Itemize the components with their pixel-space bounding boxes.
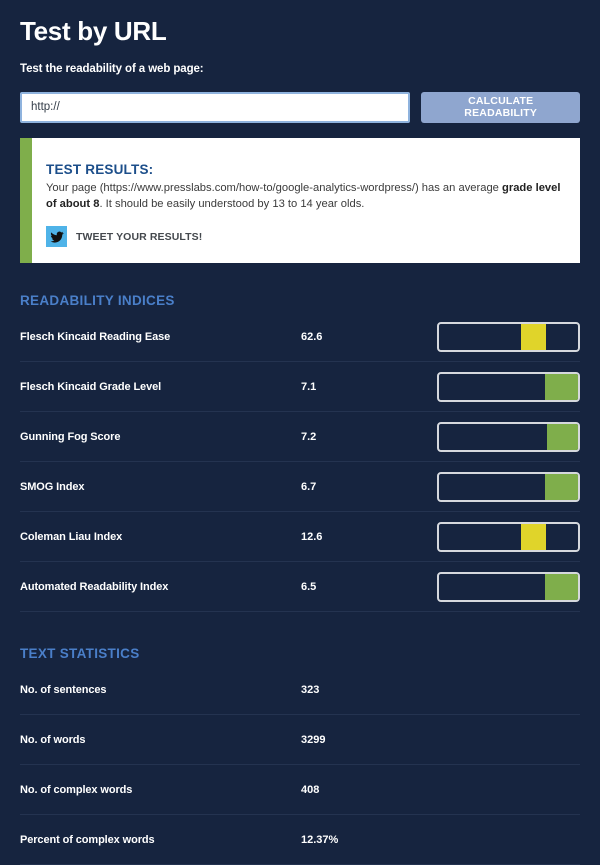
gauge-fill-segment [544,473,578,500]
statistic-value: 408 [301,783,320,796]
index-value: 12.6 [301,530,323,543]
index-gauge [437,471,580,502]
url-input[interactable] [20,91,411,123]
index-value: 7.1 [301,380,317,393]
index-gauge [437,421,580,452]
index-label: Flesch Kincaid Grade Level [20,380,162,393]
index-row: Gunning Fog Score 7.2 [20,412,580,463]
index-row: SMOG Index 6.7 [20,462,580,513]
results-description: Your page (https://www.presslabs.com/how… [46,180,566,212]
gauge-fill-segment [521,523,547,550]
gauge-fill-segment [521,323,547,350]
statistic-label: No. of words [20,733,86,746]
statistic-row: No. of complex words 408 [20,765,580,816]
index-row: Flesch Kincaid Grade Level 7.1 [20,362,580,413]
gauge-fill-segment [544,373,578,400]
index-label: Coleman Liau Index [20,530,123,543]
statistic-row: Percent of complex words 12.37% [20,815,580,865]
index-value: 7.2 [301,430,317,443]
page-subtitle: Test the readability of a web page: [20,62,204,75]
tweet-your-results-button[interactable]: TWEET YOUR RESULTS! [46,226,566,248]
index-label: Flesch Kincaid Reading Ease [20,330,171,343]
readability-indices-heading: READABILITY INDICES [20,293,175,309]
results-text-part2: . It should be easily understood by 13 t… [99,197,365,210]
index-row: Coleman Liau Index 12.6 [20,512,580,563]
results-body: TEST RESULTS: Your page (https://www.pre… [32,138,580,263]
twitter-bird-icon[interactable] [46,226,67,248]
tweet-label: TWEET YOUR RESULTS! [76,230,203,243]
index-value: 6.7 [301,480,317,493]
gauge-fill-segment [544,573,578,600]
index-gauge [437,371,580,402]
page-container: Test by URL Test the readability of a we… [0,0,600,865]
statistic-label: Percent of complex words [20,833,155,846]
index-row: Flesch Kincaid Reading Ease 62.6 [20,312,580,363]
index-label: Automated Readability Index [20,580,169,593]
results-accent-bar [20,137,32,264]
statistic-row: No. of sentences 323 [20,665,580,716]
statistic-value: 323 [301,683,320,696]
index-row: Automated Readability Index 6.5 [20,562,580,613]
test-results-panel: TEST RESULTS: Your page (https://www.pre… [20,137,580,264]
statistic-label: No. of sentences [20,683,107,696]
page-title: Test by URL [20,16,167,46]
statistic-value: 12.37% [301,833,339,846]
index-value: 6.5 [301,580,317,593]
gauge-fill-segment [547,423,578,450]
index-label: SMOG Index [20,480,85,493]
statistic-label: No. of complex words [20,783,133,796]
results-text-part1: Your page (https://www.presslabs.com/how… [46,181,503,194]
text-statistics-list: No. of sentences 323 No. of words 3299 No. o… [20,665,580,865]
index-gauge [437,521,580,552]
statistic-row: No. of words 3299 [20,715,580,766]
statistic-value: 3299 [301,733,326,746]
index-value: 62.6 [301,330,323,343]
index-gauge [437,321,580,352]
index-label: Gunning Fog Score [20,430,121,443]
results-heading: TEST RESULTS: [46,161,154,177]
text-statistics-heading: TEXT STATISTICS [20,646,140,662]
index-gauge [437,571,580,602]
url-form: CALCULATE READABILITY [20,91,580,123]
readability-indices-list: Flesch Kincaid Reading Ease 62.6 Flesch Ki… [20,312,580,613]
calculate-readability-button[interactable]: CALCULATE READABILITY [421,91,580,123]
